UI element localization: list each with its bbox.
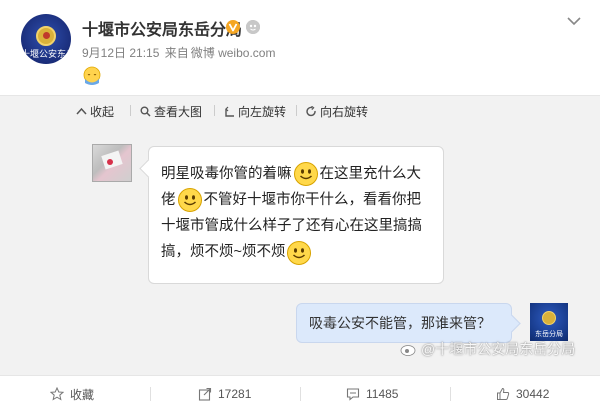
rotate-left-label: 向左旋转 (238, 105, 287, 119)
chat-reply-avatar: 东岳分局 (530, 303, 568, 341)
source-prefix: 来自 (164, 46, 189, 60)
toolbar-divider (130, 105, 131, 116)
facepalm-emoji-icon (83, 66, 101, 85)
image-toolbar: 收起 查看大图 向左旋转 向右旋转 (0, 96, 600, 124)
member-icon[interactable] (246, 20, 260, 34)
collapse-button[interactable]: 收起 (76, 103, 114, 120)
action-divider (300, 387, 301, 401)
like-button[interactable]: 30442 (496, 386, 549, 402)
smiley-emoji-icon (287, 240, 312, 265)
favorite-button[interactable]: 收藏 (50, 386, 94, 402)
like-count: 30442 (516, 387, 550, 401)
favorite-label: 收藏 (70, 387, 95, 402)
rotate-right-icon (306, 106, 316, 117)
chevron-down-icon[interactable] (567, 16, 581, 26)
police-emblem-icon (542, 311, 556, 325)
media-viewer: 收起 查看大图 向左旋转 向右旋转 明星吸毒你管的着嘛 在这里充什么大佬 不管好十堰… (0, 95, 600, 411)
left-chat-bubble: 明星吸毒你管的着嘛 在这里充什么大佬 不管好十堰市你干什么，看看你把十堰市管成什么样… (148, 146, 444, 284)
right-chat-message: 吸毒公安不能管，那谁来管？ (309, 315, 491, 331)
star-icon (50, 387, 64, 401)
post-header: 十堰公安东岳 十堰市公安局东岳分局 9月12日 21:15 来自 微博 weibo… (0, 0, 600, 95)
avatar-caption: 十堰公安东岳 (21, 49, 71, 59)
collapse-label: 收起 (90, 105, 115, 119)
watermark-text: @十堰市公安局东岳分局 (421, 341, 576, 357)
action-divider (450, 387, 451, 401)
collapse-icon (76, 107, 87, 115)
rotate-right-button[interactable]: 向右旋转 (306, 103, 368, 120)
post-actions: 收藏 17281 11485 30442 (0, 375, 600, 411)
weibo-logo-icon (400, 345, 416, 356)
verified-v-icon[interactable] (226, 20, 240, 34)
action-divider (150, 387, 151, 401)
toolbar-divider (296, 105, 297, 116)
rotate-left-button[interactable]: 向左旋转 (224, 103, 286, 120)
chat-avatar-caption: 东岳分局 (535, 331, 563, 338)
post-source[interactable]: 微博 weibo.com (191, 46, 276, 60)
weibo-watermark: @十堰市公安局东岳分局 (400, 339, 575, 359)
author-avatar[interactable]: 十堰公安东岳 (21, 14, 71, 64)
right-chat-bubble: 吸毒公安不能管，那谁来管？ (296, 303, 512, 343)
smiley-emoji-icon (177, 188, 202, 213)
message-part-1: 明星吸毒你管的着嘛 (161, 166, 292, 182)
smiley-emoji-icon (293, 162, 318, 187)
chat-sender-avatar (92, 144, 132, 182)
author-name[interactable]: 十堰市公安局东岳分局 (82, 16, 242, 40)
comment-icon (346, 388, 360, 401)
rotate-right-label: 向右旋转 (320, 105, 369, 119)
comment-count: 11485 (366, 387, 399, 401)
view-large-label: 查看大图 (154, 105, 203, 119)
toolbar-divider (214, 105, 215, 116)
post-meta: 9月12日 21:15 来自 微博 weibo.com (82, 44, 277, 61)
left-chat-message: 明星吸毒你管的着嘛 在这里充什么大佬 不管好十堰市你干什么，看看你把十堰市管成什么样… (161, 161, 433, 266)
search-icon (140, 106, 151, 117)
repost-button[interactable]: 17281 (198, 386, 251, 402)
view-large-button[interactable]: 查看大图 (140, 103, 202, 120)
post-date[interactable]: 9月12日 21:15 (82, 46, 159, 60)
rotate-left-icon (225, 106, 234, 117)
repost-count: 17281 (218, 387, 252, 401)
repost-icon (198, 387, 212, 401)
police-emblem-icon (36, 26, 56, 46)
comment-button[interactable]: 11485 (346, 386, 398, 402)
thumbs-up-icon (497, 387, 510, 400)
